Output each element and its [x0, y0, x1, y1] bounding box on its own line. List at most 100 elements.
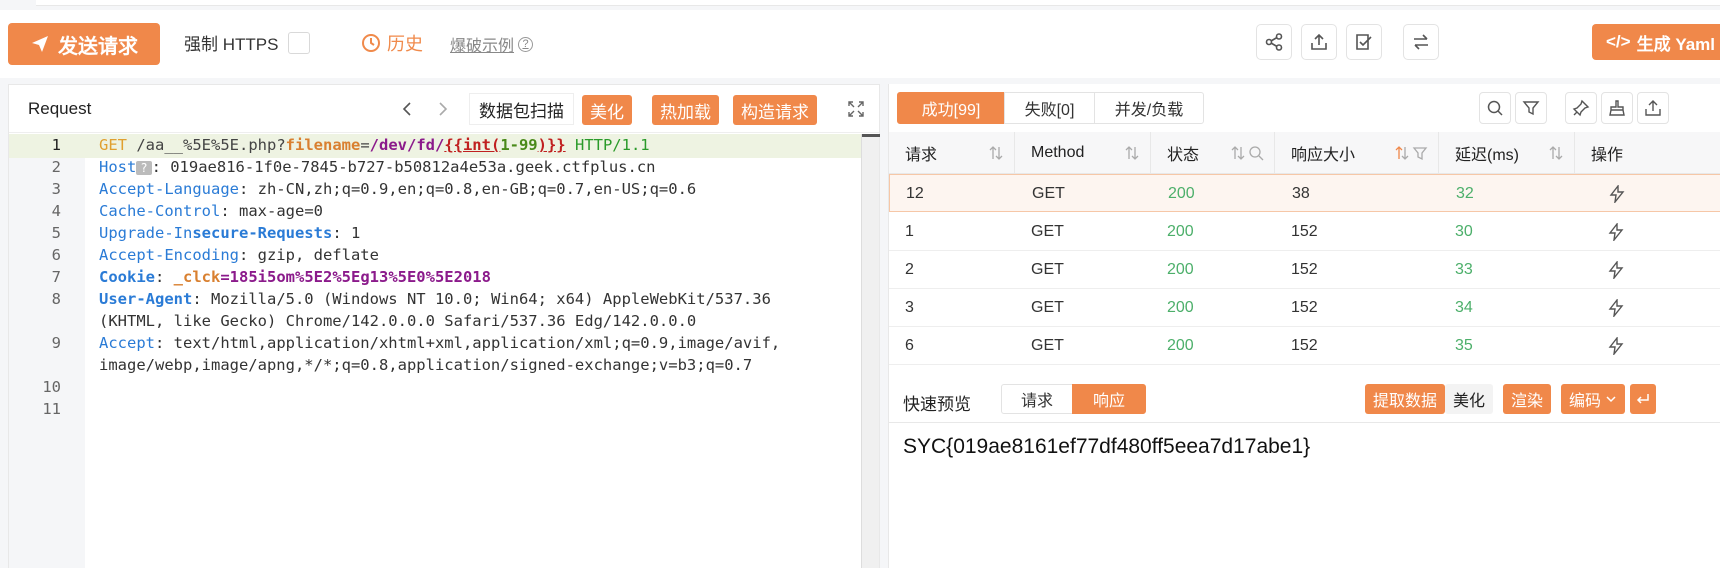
encode-dropdown[interactable]: 编码 — [1561, 384, 1626, 414]
replay-button[interactable] — [1607, 251, 1625, 289]
info-badge: ? — [136, 161, 152, 175]
force-https-label: 强制 HTTPS — [184, 35, 279, 54]
cell-delay: 35 — [1455, 337, 1473, 354]
preview-tab-response[interactable]: 响应 — [1072, 384, 1146, 414]
import-button[interactable] — [1346, 24, 1382, 60]
cell-delay: 32 — [1456, 185, 1474, 202]
line-number: 9 — [51, 334, 61, 352]
editor-line: 3 Accept-Language: zh-CN,zh;q=0.9,en;q=0… — [9, 178, 879, 202]
expand-icon[interactable] — [847, 100, 865, 118]
results-panel: 成功[99] 失败[0] 并发/负载 请求 Method 状态 响应大小 延迟(… — [888, 84, 1720, 568]
export-results-button[interactable] — [1637, 92, 1669, 124]
pin-button[interactable] — [1565, 92, 1597, 124]
history-button[interactable]: 历史 — [361, 30, 423, 56]
editor-line: 7 Cookie: _clck=185i5om%5E2%5Eg13%5E0%5E… — [9, 266, 879, 290]
cell-request: 6 — [905, 337, 914, 354]
line-number: 8 — [51, 290, 61, 308]
table-row[interactable]: 3 GET 200 152 34 — [889, 289, 1720, 327]
build-request-button[interactable]: 构造请求 — [733, 95, 817, 125]
col-delay[interactable]: 延迟(ms) — [1439, 132, 1575, 174]
search-button[interactable] — [1479, 92, 1511, 124]
force-https-checkbox[interactable] — [288, 31, 311, 54]
response-body: SYC{019ae8161ef77df480ff5eea7d17abe1} — [903, 435, 1311, 458]
filter-button[interactable] — [1515, 92, 1547, 124]
sort-asc-icon[interactable] — [1394, 145, 1410, 161]
preview-title: 快速预览 — [903, 395, 971, 414]
table-row[interactable]: 6 GET 200 152 35 — [889, 327, 1720, 365]
header-cache-control: Cache-Control: max-age=0 — [99, 202, 323, 220]
clock-icon — [362, 34, 380, 52]
editor-line-wrap: image/webp,image/apng,*/*;q=0.8,applicat… — [9, 354, 879, 378]
header-cookie: Cookie: _clck=185i5om%5E2%5Eg13%5E0%5E20… — [99, 268, 491, 286]
sort-icon[interactable] — [1548, 145, 1564, 161]
request-title: Request — [28, 99, 92, 118]
col-response-size[interactable]: 响应大小 — [1275, 132, 1439, 174]
header-accept-language: Accept-Language: zh-CN,zh;q=0.9,en;q=0.8… — [99, 180, 697, 198]
sort-icon[interactable] — [1124, 145, 1140, 161]
filter-icon[interactable] — [1412, 145, 1428, 161]
col-method[interactable]: Method — [1015, 132, 1151, 174]
tab-failed[interactable]: 失败[0] — [1004, 92, 1095, 124]
editor-scrollbar[interactable] — [861, 134, 880, 568]
brute-examples-link[interactable]: 爆破示例 ? — [450, 32, 534, 56]
cell-delay: 34 — [1455, 299, 1473, 316]
chevron-right-icon — [439, 102, 448, 116]
export-button[interactable] — [1301, 24, 1337, 60]
packet-scan-button[interactable]: 数据包扫描 — [469, 93, 574, 125]
col-request[interactable]: 请求 — [889, 132, 1015, 174]
line-number: 4 — [51, 202, 61, 220]
table-row[interactable]: 1 GET 200 152 30 — [889, 213, 1720, 251]
render-button[interactable]: 渲染 — [1503, 384, 1552, 414]
lightning-icon — [1609, 185, 1625, 203]
extract-data-button[interactable]: 提取数据 — [1365, 384, 1446, 414]
line-number: 5 — [51, 224, 61, 242]
enter-button[interactable] — [1630, 384, 1656, 414]
generate-yaml-label: 生成 Yaml — [1636, 34, 1716, 54]
hot-load-button[interactable]: 热加载 — [652, 95, 719, 125]
lightning-icon — [1608, 261, 1624, 279]
editor-line: 8 User-Agent: Mozilla/5.0 (Windows NT 10… — [9, 288, 879, 312]
clear-button[interactable] — [1601, 92, 1633, 124]
header-accept: Accept: text/html,application/xhtml+xml,… — [99, 334, 781, 352]
swap-button[interactable] — [1403, 24, 1439, 60]
table-row[interactable]: 12 GET 200 38 32 — [889, 174, 1720, 212]
request-editor[interactable]: 1 GET /aa__%5E%5E.php?filename=/dev/fd/{… — [9, 134, 880, 568]
help-icon[interactable]: ? — [518, 36, 534, 52]
line-number: 2 — [51, 158, 61, 176]
cell-method: GET — [1031, 223, 1064, 240]
lightning-icon — [1608, 337, 1624, 355]
sort-icon[interactable] — [988, 145, 1004, 161]
table-row[interactable]: 2 GET 200 152 33 — [889, 251, 1720, 289]
replay-button[interactable] — [1607, 327, 1625, 365]
request-header: Request 数据包扫描 美化 热加载 构造请求 — [9, 85, 879, 133]
tab-concurrency[interactable]: 并发/负载 — [1094, 92, 1204, 124]
prev-button[interactable] — [397, 97, 419, 121]
sort-icon[interactable] — [1230, 145, 1246, 161]
line-number: 7 — [51, 268, 61, 286]
edit-check-icon — [1356, 34, 1372, 50]
replay-button[interactable] — [1608, 175, 1626, 213]
share-button[interactable] — [1256, 24, 1292, 60]
col-status[interactable]: 状态 — [1151, 132, 1275, 174]
replay-button[interactable] — [1607, 213, 1625, 251]
preview-beautify-button[interactable]: 美化 — [1445, 384, 1494, 414]
editor-line: 2 Host?: 019ae816-1f0e-7845-b727-b50812a… — [9, 156, 879, 180]
lightning-icon — [1608, 223, 1624, 241]
cell-status: 200 — [1167, 261, 1194, 278]
cell-status: 200 — [1168, 185, 1195, 202]
tab-success[interactable]: 成功[99] — [897, 92, 1005, 124]
replay-button[interactable] — [1607, 289, 1625, 327]
search-icon[interactable] — [1248, 145, 1264, 161]
upload-icon — [1645, 100, 1661, 116]
generate-yaml-button[interactable]: </> 生成 Yaml — [1592, 24, 1720, 60]
editor-line: 5 Upgrade-Insecure-Requests: 1 — [9, 222, 879, 246]
share-icon — [1265, 33, 1283, 51]
send-request-button[interactable]: 发送请求 — [8, 23, 160, 65]
preview-tab-request[interactable]: 请求 — [1001, 384, 1073, 414]
upload-icon — [1311, 33, 1327, 50]
beautify-button[interactable]: 美化 — [582, 95, 632, 125]
force-https-toggle[interactable]: 强制 HTTPS — [184, 30, 311, 55]
preview-content[interactable]: SYC{019ae8161ef77df480ff5eea7d17abe1} — [889, 422, 1720, 568]
request-line: GET /aa__%5E%5E.php?filename=/dev/fd/{{i… — [99, 136, 650, 154]
next-button[interactable] — [431, 97, 453, 121]
